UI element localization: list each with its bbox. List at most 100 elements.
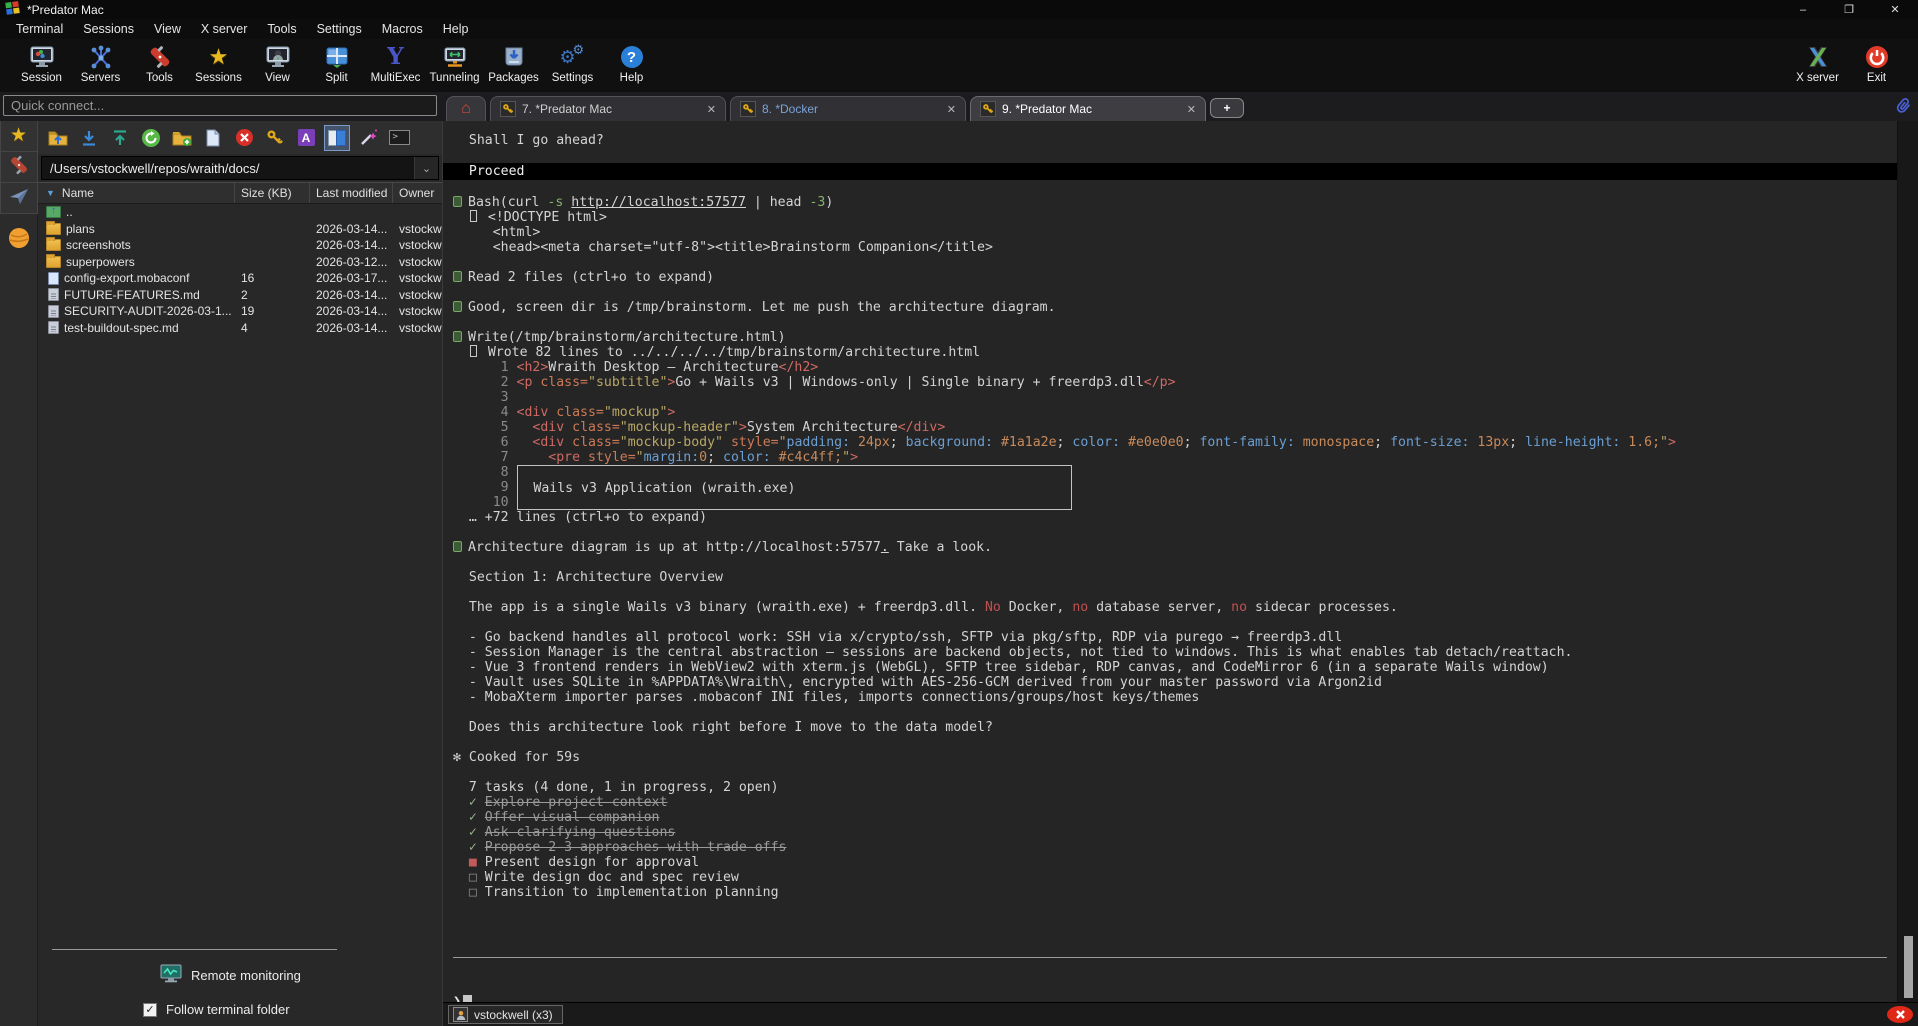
terminal-line: Wrote 82 lines to ../../../../tmp/brains… (453, 345, 1897, 360)
terminal-line (453, 255, 1897, 270)
download-button[interactable] (77, 126, 101, 150)
menu-tools[interactable]: Tools (257, 20, 306, 38)
terminal-line: Proceed (443, 163, 1897, 180)
path-dropdown-icon[interactable]: ⌄ (414, 157, 438, 179)
key-button[interactable] (263, 126, 287, 150)
terminal-line (453, 615, 1897, 630)
menu-settings[interactable]: Settings (307, 20, 372, 38)
refresh-button[interactable] (139, 126, 163, 150)
toolbar-xserver-button[interactable]: X server (1788, 42, 1847, 84)
column-header-size[interactable]: Size (KB) (235, 183, 310, 203)
toolbar-multiexec-button[interactable]: Y MultiExec (366, 42, 425, 84)
tab-docker-8[interactable]: 8. *Docker ✕ (730, 96, 966, 121)
tab-home[interactable]: ⌂ (446, 96, 486, 121)
new-tab-button[interactable]: + (1210, 98, 1244, 118)
message-bullet-icon (453, 331, 462, 342)
file-name: test-buildout-spec.md (64, 321, 179, 335)
monitor-graph-icon (160, 964, 182, 986)
terminal-line: Does this architecture look right before… (453, 720, 1897, 735)
toolbar-session-button[interactable]: Session (12, 42, 71, 84)
tab-close-icon[interactable]: ✕ (1187, 103, 1196, 116)
dual-pane-toggle[interactable] (325, 126, 349, 150)
toolbar-split-button[interactable]: Split (307, 42, 366, 84)
file-browser: A > /Users/vstockwell/repos/wraith/docs/… (38, 121, 442, 1026)
terminal-scrollbar[interactable] (1897, 121, 1918, 1002)
upload-button[interactable] (108, 126, 132, 150)
file-list: ..plans2026-03-14...vstockwscreenshots20… (38, 204, 442, 1026)
tab-bar: ⌂ 7. *Predator Mac ✕ 8. *Docker ✕ 9. *Pr… (0, 92, 1918, 121)
table-row[interactable]: screenshots2026-03-14...vstockw (38, 237, 442, 254)
menu-terminal[interactable]: Terminal (6, 20, 73, 38)
checkbox-checked-icon[interactable]: ✓ (143, 1003, 157, 1017)
menu-xserver[interactable]: X server (191, 20, 258, 38)
sidebar-tools-button[interactable] (0, 152, 38, 183)
tab-predator-7[interactable]: 7. *Predator Mac ✕ (490, 96, 726, 121)
toolbar-exit-button[interactable]: Exit (1847, 42, 1906, 84)
sidebar-globe-icon[interactable] (7, 226, 31, 255)
close-session-icon[interactable] (1887, 1006, 1913, 1023)
toolbar-sessions-button[interactable]: ★ Sessions (189, 42, 248, 84)
scrollbar-thumb[interactable] (1904, 936, 1913, 998)
terminal-line: - Go backend handles all protocol work: … (453, 630, 1897, 645)
toolbar-packages-button[interactable]: Packages (484, 42, 543, 84)
sidebar-sessions-button[interactable]: ★ (0, 121, 38, 152)
table-row[interactable]: config-export.mobaconf162026-03-17...vst… (38, 270, 442, 287)
menu-sessions[interactable]: Sessions (73, 20, 144, 38)
menu-bar: Terminal Sessions View X server Tools Se… (0, 19, 1918, 39)
toolbar-tunneling-button[interactable]: Tunneling (425, 42, 484, 84)
column-header-owner[interactable]: Owner (393, 183, 442, 203)
table-row[interactable]: superpowers2026-03-12...vstockw (38, 254, 442, 271)
file-name: SECURITY-AUDIT-2026-03-1... (64, 304, 232, 318)
xserver-icon (1804, 42, 1832, 72)
toolbar-view-button[interactable]: View (248, 42, 307, 84)
swiss-knife-icon (147, 42, 173, 72)
menu-macros[interactable]: Macros (372, 20, 433, 38)
wand-icon[interactable] (356, 126, 380, 150)
path-bar[interactable]: /Users/vstockwell/repos/wraith/docs/ ⌄ (41, 156, 439, 180)
terminal-line: 4 <div class="mockup"> (453, 405, 1897, 420)
terminal-output[interactable]: Shall I go ahead? ProceedBash(curl -s ht… (443, 121, 1897, 1002)
open-terminal-button[interactable]: > (387, 126, 411, 150)
tab-close-icon[interactable]: ✕ (707, 103, 716, 116)
servers-network-icon (88, 42, 114, 72)
delete-button[interactable] (232, 126, 256, 150)
table-row[interactable]: plans2026-03-14...vstockw (38, 221, 442, 238)
main-toolbar: Session Servers Tools ★ Sessions View Sp… (0, 39, 1918, 92)
toolbar-help-button[interactable]: ? Help (602, 42, 661, 84)
toolbar-tools-button[interactable]: Tools (130, 42, 189, 84)
sidebar-macros-button[interactable] (0, 183, 38, 214)
new-folder-button[interactable] (170, 126, 194, 150)
toolbar-settings-button[interactable]: ⚙⚙ Settings (543, 42, 602, 84)
table-row[interactable]: FUTURE-FEATURES.md22026-03-14...vstockw (38, 287, 442, 304)
toolbar-label: Sessions (195, 72, 242, 84)
paperclip-icon[interactable] (1888, 94, 1915, 122)
new-file-button[interactable] (201, 126, 225, 150)
terminal-line: □ Write design doc and spec review (453, 870, 1897, 885)
tab-close-icon[interactable]: ✕ (947, 103, 956, 116)
table-row[interactable]: SECURITY-AUDIT-2026-03-1...192026-03-14.… (38, 303, 442, 320)
user-session-button[interactable]: vstockwell (x3) (448, 1005, 563, 1024)
parent-dir-button[interactable] (46, 126, 70, 150)
tab-predator-9[interactable]: 9. *Predator Mac ✕ (970, 96, 1206, 121)
minimize-button[interactable]: – (1780, 0, 1826, 19)
menu-view[interactable]: View (144, 20, 191, 38)
close-button[interactable]: ✕ (1872, 0, 1918, 19)
maximize-button[interactable]: ❐ (1826, 0, 1872, 19)
table-row[interactable]: .. (38, 204, 442, 221)
terminal-line: 6 <div class="mockup-body" style="paddin… (453, 435, 1897, 450)
message-bullet-icon (453, 196, 462, 207)
column-header-modified[interactable]: Last modified (310, 183, 393, 203)
terminal-line: - Vault uses SQLite in %APPDATA%\Wraith\… (453, 675, 1897, 690)
app-logo-icon (5, 1, 20, 18)
rename-button[interactable]: A (294, 126, 318, 150)
menu-help[interactable]: Help (433, 20, 479, 38)
result-marker-icon (470, 345, 477, 357)
file-name: plans (66, 222, 95, 236)
table-row[interactable]: test-buildout-spec.md42026-03-14...vstoc… (38, 320, 442, 337)
remote-monitoring-button[interactable]: Remote monitoring (160, 964, 301, 986)
toolbar-servers-button[interactable]: Servers (71, 42, 130, 84)
toolbar-label: Tools (146, 72, 173, 84)
quick-connect-input[interactable] (3, 95, 437, 116)
follow-terminal-checkbox[interactable]: ✓ Follow terminal folder (143, 1002, 290, 1017)
column-header-name[interactable]: ▼ Name (38, 183, 235, 203)
